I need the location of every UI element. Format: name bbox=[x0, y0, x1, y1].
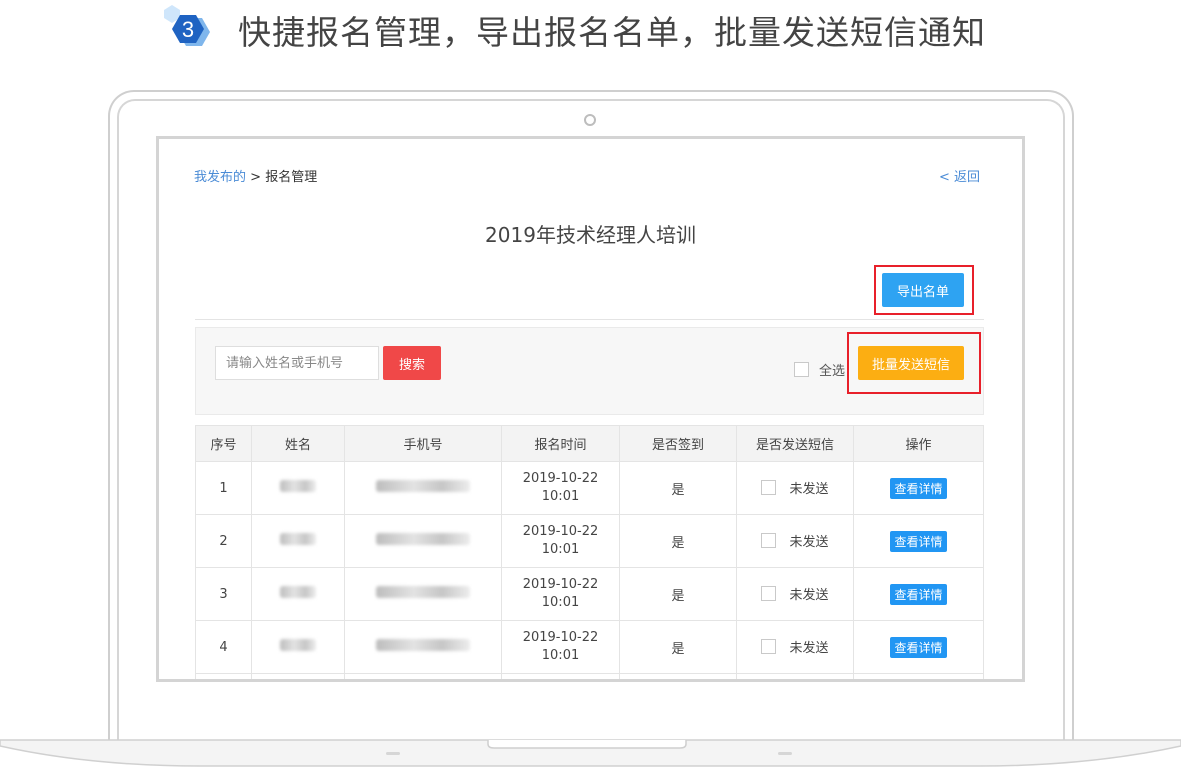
row-index: 1 bbox=[195, 461, 252, 515]
signup-time-cell: 2019-10-22 10:01 bbox=[501, 567, 620, 621]
action-cell: 查看详情 bbox=[853, 514, 984, 568]
redacted-name bbox=[280, 480, 316, 492]
phone-cell bbox=[344, 567, 502, 621]
row-index: 4 bbox=[195, 620, 252, 674]
signup-date: 2019-10-22 bbox=[522, 524, 599, 539]
row-select-checkbox[interactable] bbox=[761, 532, 777, 548]
laptop-base bbox=[0, 739, 1181, 767]
select-all-label: 全选 bbox=[819, 364, 846, 379]
step-number: 3 bbox=[182, 17, 194, 42]
sms-status: 未发送 bbox=[789, 481, 829, 497]
action-cell bbox=[853, 673, 984, 679]
step-number-badge-icon: 3 bbox=[164, 5, 210, 46]
column-header-index: 序号 bbox=[195, 425, 252, 462]
redacted-phone bbox=[376, 533, 470, 545]
redacted-name bbox=[280, 533, 316, 545]
signup-time: 10:01 bbox=[541, 542, 580, 557]
headline: 快捷报名管理，导出报名名单，批量发送短信通知 bbox=[238, 13, 986, 52]
checked-in-cell: 是 bbox=[619, 620, 737, 674]
view-details-button[interactable]: 查看详情 bbox=[890, 583, 947, 605]
sms-status: 未发送 bbox=[789, 534, 829, 550]
back-link[interactable]: < 返回 bbox=[939, 166, 980, 185]
view-details-button[interactable]: 查看详情 bbox=[890, 477, 947, 499]
signup-time: 10:01 bbox=[541, 489, 580, 504]
action-cell: 查看详情 bbox=[853, 567, 984, 621]
sms-status-cell: 未发送 bbox=[736, 461, 854, 515]
camera-icon bbox=[584, 114, 596, 126]
breadcrumb-current: 报名管理 bbox=[265, 170, 318, 185]
action-cell: 查看详情 bbox=[853, 461, 984, 515]
signup-date: 2019-10-22 bbox=[522, 630, 599, 645]
page-title: 2019年技术经理人培训 bbox=[485, 223, 696, 247]
view-details-button[interactable]: 查看详情 bbox=[890, 530, 947, 552]
phone-cell bbox=[344, 673, 502, 679]
column-header-signup-time: 报名时间 bbox=[501, 425, 620, 462]
row-index bbox=[195, 673, 252, 679]
table-row bbox=[195, 673, 984, 679]
signup-time-cell: 2019-10-22 10:01 bbox=[501, 620, 620, 674]
name-cell bbox=[251, 514, 345, 568]
redacted-phone bbox=[376, 639, 470, 651]
table-row: 2 2019-10-22 10:01 是 未发送 查看详情 bbox=[195, 514, 984, 568]
sms-status: 未发送 bbox=[789, 587, 829, 603]
signup-time-cell bbox=[501, 673, 620, 679]
breadcrumb-parent-link[interactable]: 我发布的 bbox=[194, 170, 246, 185]
column-header-checked-in: 是否签到 bbox=[619, 425, 737, 462]
sms-status-cell: 未发送 bbox=[736, 620, 854, 674]
row-select-checkbox[interactable] bbox=[761, 585, 777, 601]
checked-in-cell bbox=[619, 673, 737, 679]
row-select-checkbox[interactable] bbox=[761, 638, 777, 654]
breadcrumb: 我发布的 > 报名管理 bbox=[194, 166, 317, 185]
column-header-sms-sent: 是否发送短信 bbox=[736, 425, 854, 462]
signup-date: 2019-10-22 bbox=[522, 471, 599, 486]
checked-in-cell: 是 bbox=[619, 461, 737, 515]
select-all-checkbox[interactable] bbox=[794, 362, 809, 377]
name-cell bbox=[251, 567, 345, 621]
sms-status-cell: 未发送 bbox=[736, 567, 854, 621]
redacted-name bbox=[280, 586, 316, 598]
row-select-checkbox[interactable] bbox=[761, 479, 777, 495]
signup-date: 2019-10-22 bbox=[522, 577, 599, 592]
checked-in-cell: 是 bbox=[619, 514, 737, 568]
divider bbox=[195, 319, 984, 320]
row-index: 2 bbox=[195, 514, 252, 568]
registration-table: 序号 姓名 手机号 报名时间 是否签到 是否发送短信 操作 1 2019-10-… bbox=[195, 425, 984, 679]
signup-time: 10:01 bbox=[541, 648, 580, 663]
phone-cell bbox=[344, 620, 502, 674]
bulk-sms-highlight-box bbox=[847, 332, 981, 394]
signup-time-cell: 2019-10-22 10:01 bbox=[501, 514, 620, 568]
table-row: 3 2019-10-22 10:01 是 未发送 查看详情 bbox=[195, 567, 984, 621]
column-header-action: 操作 bbox=[853, 425, 984, 462]
sms-status: 未发送 bbox=[789, 640, 829, 656]
name-cell bbox=[251, 673, 345, 679]
name-cell bbox=[251, 461, 345, 515]
action-cell: 查看详情 bbox=[853, 620, 984, 674]
sms-status-cell: 未发送 bbox=[736, 514, 854, 568]
phone-cell bbox=[344, 461, 502, 515]
checked-in-cell: 是 bbox=[619, 567, 737, 621]
sms-status-cell bbox=[736, 673, 854, 679]
redacted-name bbox=[280, 639, 316, 651]
table-row: 1 2019-10-22 10:01 是 未发送 查看详情 bbox=[195, 461, 984, 515]
phone-cell bbox=[344, 514, 502, 568]
redacted-phone bbox=[376, 480, 470, 492]
column-header-name: 姓名 bbox=[251, 425, 345, 462]
signup-time-cell: 2019-10-22 10:01 bbox=[501, 461, 620, 515]
breadcrumb-separator: > bbox=[246, 170, 266, 185]
redacted-phone bbox=[376, 586, 470, 598]
row-index: 3 bbox=[195, 567, 252, 621]
laptop-screen: 我发布的 > 报名管理 < 返回 2019年技术经理人培训 导出名单 搜索 全选… bbox=[156, 136, 1025, 682]
search-button[interactable]: 搜索 bbox=[383, 346, 441, 380]
table-header-row: 序号 姓名 手机号 报名时间 是否签到 是否发送短信 操作 bbox=[195, 425, 984, 462]
column-header-phone: 手机号 bbox=[344, 425, 502, 462]
view-details-button[interactable]: 查看详情 bbox=[890, 636, 947, 658]
table-row: 4 2019-10-22 10:01 是 未发送 查看详情 bbox=[195, 620, 984, 674]
export-highlight-box bbox=[874, 265, 974, 315]
select-all-control[interactable]: 全选 bbox=[794, 360, 845, 379]
signup-time: 10:01 bbox=[541, 595, 580, 610]
search-input[interactable] bbox=[215, 346, 379, 380]
name-cell bbox=[251, 620, 345, 674]
